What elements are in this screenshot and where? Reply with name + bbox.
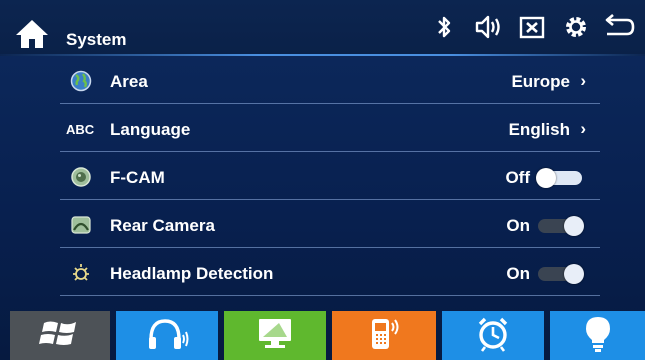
setting-row-rear-camera[interactable]: Rear Camera On	[60, 201, 600, 248]
setting-label: Headlamp Detection	[110, 264, 274, 283]
phone-icon	[362, 313, 406, 358]
windows-icon	[38, 313, 82, 358]
setting-label: Rear Camera	[110, 216, 215, 235]
volume-icon[interactable]	[473, 12, 503, 42]
dock-light[interactable]	[550, 311, 645, 360]
dock-phone[interactable]	[332, 311, 436, 360]
setting-row-area[interactable]: Area Europe ›	[60, 57, 600, 104]
rear-camera-icon	[70, 214, 92, 236]
headlamp-detection-toggle[interactable]	[538, 264, 584, 284]
status-icons	[429, 10, 635, 44]
abc-icon: ABC	[66, 122, 95, 137]
setting-state: On	[506, 264, 530, 283]
headphones-icon	[145, 313, 189, 358]
monitor-icon	[253, 313, 297, 358]
alarm-clock-icon	[471, 313, 515, 358]
setting-value: English	[508, 120, 570, 139]
back-icon[interactable]	[605, 12, 635, 42]
dock-display[interactable]	[224, 311, 326, 360]
setting-row-language[interactable]: ABC Language English ›	[60, 105, 600, 152]
dock-windows[interactable]	[10, 311, 110, 360]
title-divider	[0, 54, 645, 56]
bluetooth-icon[interactable]	[429, 12, 459, 42]
page-title: System	[66, 30, 127, 49]
top-bar: System	[0, 0, 645, 56]
setting-label: F-CAM	[110, 168, 165, 187]
system-settings-screen: System Area Europe › ABC Language Englis…	[0, 0, 645, 360]
fcam-toggle[interactable]	[536, 168, 582, 188]
headlamp-icon	[70, 262, 92, 284]
setting-state: Off	[505, 168, 530, 187]
dock-alarm[interactable]	[442, 311, 544, 360]
setting-label: Language	[110, 120, 191, 139]
globe-icon	[70, 70, 92, 92]
setting-state: On	[506, 216, 530, 235]
chevron-right-icon: ›	[580, 119, 586, 138]
lightbulb-icon	[576, 313, 620, 358]
setting-label: Area	[110, 72, 148, 91]
app-dock	[0, 305, 645, 360]
setting-row-headlamp-detection[interactable]: Headlamp Detection On	[60, 249, 600, 296]
setting-row-fcam[interactable]: F-CAM Off	[60, 153, 600, 200]
chevron-right-icon: ›	[580, 71, 586, 90]
close-icon[interactable]	[517, 12, 547, 42]
settings-icon[interactable]	[561, 12, 591, 42]
setting-value: Europe	[511, 72, 570, 91]
rear-camera-toggle[interactable]	[538, 216, 584, 236]
dock-music[interactable]	[116, 311, 218, 360]
camera-lens-icon	[70, 166, 92, 188]
home-icon[interactable]	[14, 18, 50, 50]
